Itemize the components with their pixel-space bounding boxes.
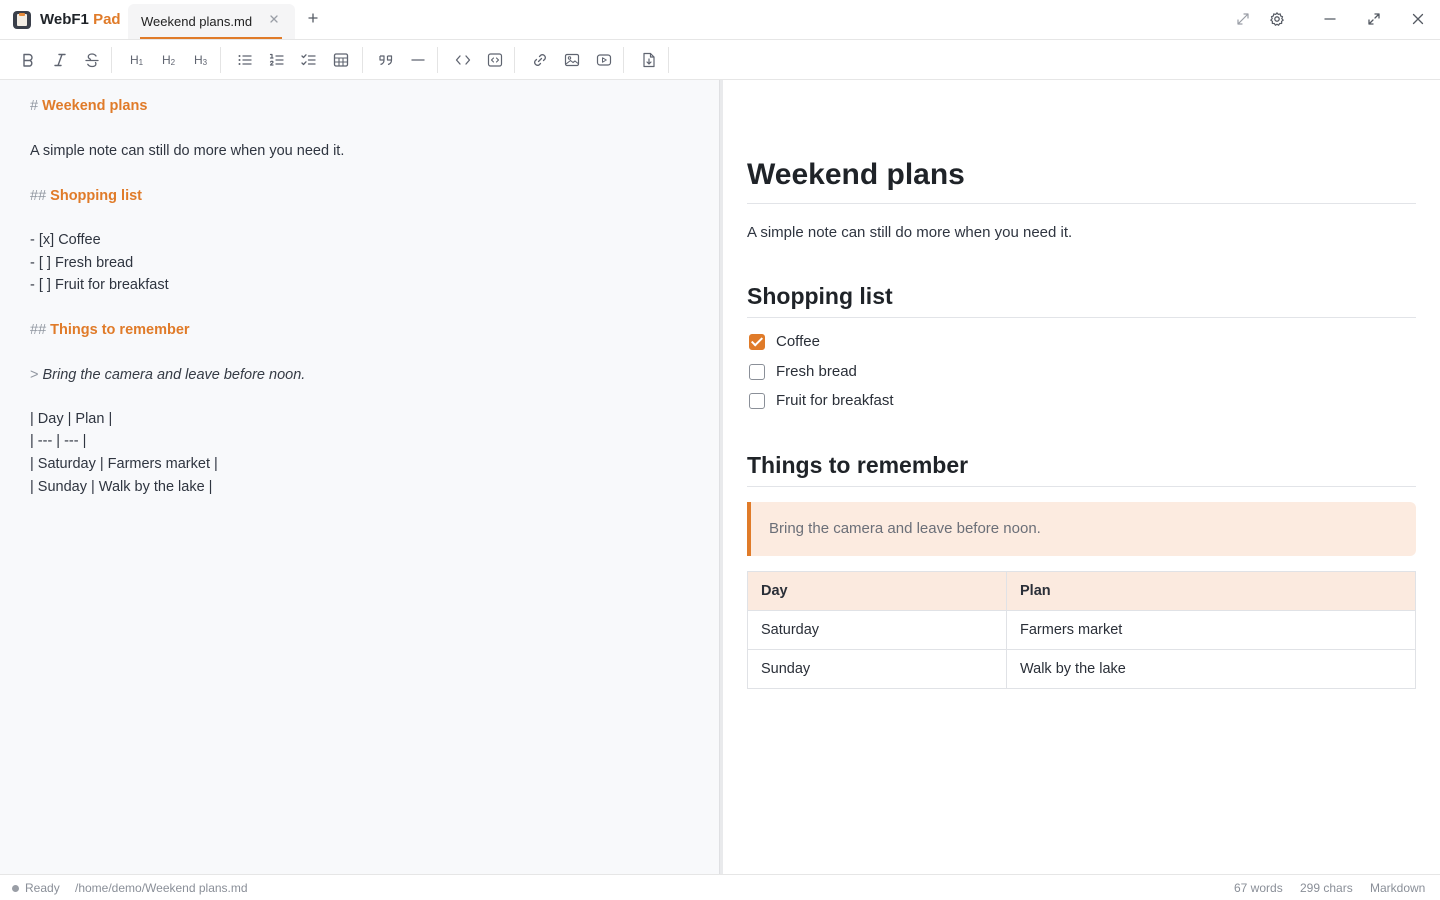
quote-icon[interactable] <box>377 51 395 69</box>
strikethrough-icon[interactable] <box>83 51 101 69</box>
editor-line: | --- | --- | <box>30 433 87 449</box>
document-mode[interactable]: Markdown <box>1370 881 1425 895</box>
editor-line: - [x] Coffee <box>30 232 101 248</box>
minimize-icon[interactable] <box>1322 11 1338 27</box>
italic-icon[interactable] <box>51 51 69 69</box>
toolbar-divider <box>623 47 624 73</box>
preview-paragraph: A simple note can still do more when you… <box>747 224 1073 241</box>
table-header-row: Day Plan <box>747 571 1416 611</box>
preview-heading-shopping: Shopping list <box>747 283 893 309</box>
editor-line-h1: # Weekend plans <box>30 98 148 114</box>
word-count: 67 words <box>1234 881 1283 895</box>
title-bar: WebF1 Pad Weekend plans.md <box>0 0 1440 40</box>
export-file-icon[interactable] <box>640 51 658 69</box>
heading-2-button[interactable]: H2 <box>162 53 175 67</box>
tab-label: Weekend plans.md <box>141 14 253 29</box>
status-state: Ready <box>25 881 60 895</box>
task-label: Fruit for breakfast <box>776 392 894 409</box>
status-dot-icon <box>12 885 19 892</box>
preview-heading-remember: Things to remember <box>747 452 969 478</box>
bold-icon[interactable] <box>19 51 37 69</box>
heading-rule <box>747 203 1416 204</box>
editor-line: - [ ] Fresh bread <box>30 255 134 271</box>
notepad-icon <box>13 11 31 29</box>
heading-1-button[interactable]: H1 <box>130 53 143 67</box>
table-cell: Saturday <box>747 610 1007 650</box>
close-window-icon[interactable] <box>1410 11 1426 27</box>
heading-3-button[interactable]: H3 <box>194 53 207 67</box>
video-icon[interactable] <box>595 51 613 69</box>
table-header-cell: Day <box>747 571 1007 611</box>
task-checkbox[interactable] <box>749 364 765 380</box>
task-checkbox[interactable] <box>749 393 765 409</box>
numbered-list-icon[interactable] <box>268 51 286 69</box>
new-tab-plus-icon[interactable] <box>305 10 321 26</box>
editor-line: - [ ] Fruit for breakfast <box>30 277 169 293</box>
table-cell: Sunday <box>747 649 1007 689</box>
toolbar-divider <box>111 47 112 73</box>
tab-weekend-plans[interactable]: Weekend plans.md <box>128 4 295 39</box>
formatting-toolbar: H1 H2 H3 <box>0 40 1440 80</box>
editor-line: | Saturday | Farmers market | <box>30 456 218 472</box>
markdown-editor[interactable]: # Weekend plans A simple note can still … <box>0 80 720 874</box>
code-block-icon[interactable] <box>486 51 504 69</box>
task-label: Fresh bread <box>776 363 857 380</box>
app-name: WebF1 Pad <box>40 11 121 28</box>
blockquote: Bring the camera and leave before noon. <box>747 502 1416 556</box>
file-path: /home/demo/Weekend plans.md <box>75 881 248 895</box>
link-icon[interactable] <box>531 51 549 69</box>
table-row: Saturday Farmers market <box>747 610 1416 650</box>
table-header-cell: Plan <box>1006 571 1416 611</box>
table-icon[interactable] <box>332 51 350 69</box>
editor-line-h2: ## Shopping list <box>30 188 142 204</box>
task-checkbox[interactable] <box>749 334 765 350</box>
image-icon[interactable] <box>563 51 581 69</box>
toolbar-divider <box>362 47 363 73</box>
toolbar-divider <box>220 47 221 73</box>
code-icon[interactable] <box>454 51 472 69</box>
status-bar: Ready /home/demo/Weekend plans.md 67 wor… <box>0 874 1440 900</box>
gear-icon[interactable] <box>1269 11 1285 27</box>
preview-title: Weekend plans <box>747 158 965 191</box>
close-icon[interactable] <box>267 12 281 26</box>
table-cell: Walk by the lake <box>1006 649 1416 689</box>
preview-table: Day Plan Saturday Farmers market Sunday … <box>747 571 1416 689</box>
task-label: Coffee <box>776 333 820 350</box>
editor-line: | Day | Plan | <box>30 411 113 427</box>
char-count: 299 chars <box>1300 881 1353 895</box>
active-tab-indicator <box>140 37 282 39</box>
heading-rule <box>747 317 1416 318</box>
task-list-icon[interactable] <box>300 51 318 69</box>
bullet-list-icon[interactable] <box>236 51 254 69</box>
table-row: Sunday Walk by the lake <box>747 649 1416 689</box>
blockquote-text: Bring the camera and leave before noon. <box>769 520 1041 537</box>
editor-line-h2: ## Things to remember <box>30 322 190 338</box>
heading-rule <box>747 486 1416 487</box>
horizontal-rule-icon[interactable] <box>409 51 427 69</box>
maximize-icon[interactable] <box>1366 11 1382 27</box>
editor-line: | Sunday | Walk by the lake | <box>30 479 213 495</box>
markdown-preview: Weekend plans A simple note can still do… <box>723 80 1440 874</box>
editor-line: A simple note can still do more when you… <box>30 143 345 159</box>
toolbar-divider <box>668 47 669 73</box>
editor-line-quote: > Bring the camera and leave before noon… <box>30 367 306 383</box>
fullscreen-icon[interactable] <box>1235 11 1251 27</box>
toolbar-divider <box>514 47 515 73</box>
toolbar-divider <box>437 47 438 73</box>
table-cell: Farmers market <box>1006 610 1416 650</box>
